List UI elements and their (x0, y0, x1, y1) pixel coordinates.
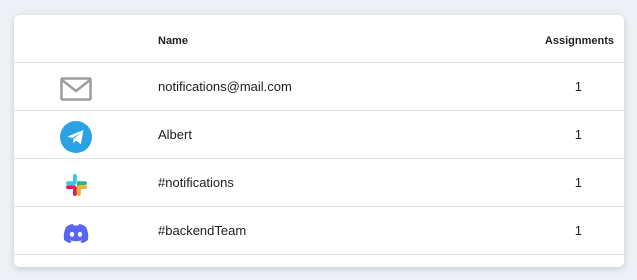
table-row[interactable]: #backendTeam 1 (14, 207, 624, 255)
table-row[interactable]: notifications@mail.com 1 (14, 63, 624, 111)
table-row[interactable]: Albert 1 (14, 111, 624, 159)
table-row[interactable]: #notifications 1 (14, 159, 624, 207)
slack-icon (60, 169, 92, 201)
row-assignments: 1 (574, 175, 582, 190)
discord-icon (60, 217, 92, 249)
row-assignments: 1 (574, 223, 582, 238)
table-header: Name Assignments (14, 15, 624, 63)
mail-icon (60, 73, 92, 105)
row-assignments: 1 (574, 127, 582, 142)
row-name: Albert (158, 127, 192, 142)
row-name: notifications@mail.com (158, 79, 292, 94)
name-column-header: Name (158, 35, 188, 47)
telegram-icon (60, 121, 92, 153)
assignments-column-header: Assignments (544, 35, 614, 47)
row-name: #backendTeam (158, 223, 247, 238)
row-assignments: 1 (574, 79, 582, 94)
assignments-table: Name Assignments notifications@mail.com … (14, 15, 624, 267)
row-name: #notifications (158, 175, 234, 190)
